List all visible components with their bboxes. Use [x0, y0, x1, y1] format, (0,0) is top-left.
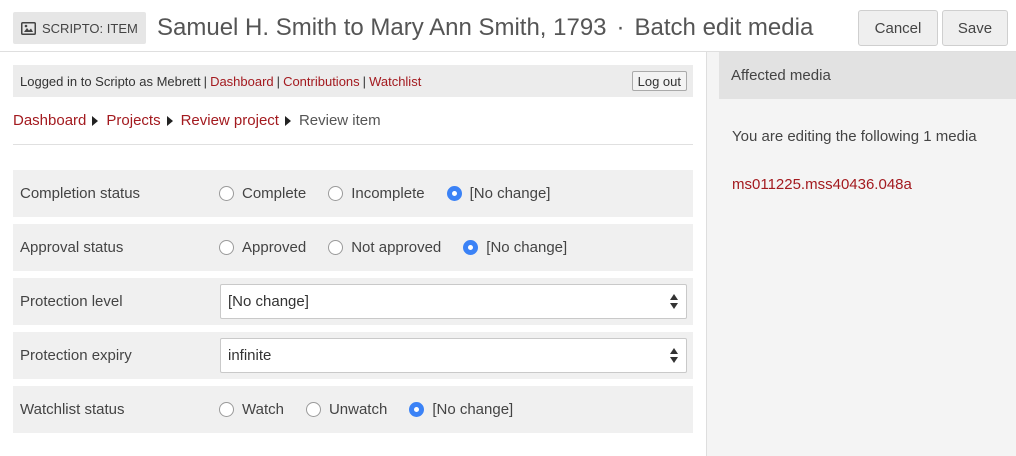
radio-label: Unwatch: [328, 401, 388, 418]
radio-button-selected[interactable]: [446, 186, 462, 201]
radio-button[interactable]: [328, 186, 344, 201]
radio-button-selected[interactable]: [463, 240, 479, 255]
badge-label: SCRIPTO: ITEM: [42, 20, 138, 36]
userbar-separator: |: [362, 73, 367, 89]
breadcrumb-arrow-icon: [166, 115, 173, 126]
completion-status-row: Completion status Complete Incomplete [N…: [13, 170, 693, 217]
approval-status-row: Approval status Approved Not approved [N…: [13, 224, 693, 271]
page-subtitle: Batch edit media: [634, 14, 814, 41]
radio-label: Approved: [242, 239, 307, 256]
select-value: infinite: [228, 347, 272, 364]
contributions-link[interactable]: Contributions: [283, 74, 360, 89]
logout-button[interactable]: Log out: [631, 71, 687, 91]
completion-option-incomplete[interactable]: Incomplete: [328, 185, 425, 202]
sidebar-heading: Affected media: [719, 52, 1016, 99]
completion-status-radio-group: Complete Incomplete [No change]: [219, 170, 572, 217]
dashboard-link[interactable]: Dashboard: [210, 74, 274, 89]
breadcrumb: Dashboard Projects Review project Review…: [13, 112, 381, 129]
radio-label: Complete: [242, 185, 307, 202]
radio-button-selected[interactable]: [409, 402, 425, 417]
item-title: Samuel H. Smith to Mary Ann Smith, 1793: [157, 14, 607, 41]
protection-level-label: Protection level: [20, 293, 123, 310]
radio-button[interactable]: [328, 240, 344, 255]
protection-expiry-label: Protection expiry: [20, 347, 132, 364]
breadcrumb-review-project[interactable]: Review project: [181, 112, 279, 129]
affected-media-sidebar: Affected media You are editing the follo…: [706, 52, 1016, 456]
protection-level-select[interactable]: [No change]: [220, 284, 687, 319]
approval-option-approved[interactable]: Approved: [219, 239, 306, 256]
completion-status-label: Completion status: [20, 185, 141, 202]
approval-option-not-approved[interactable]: Not approved: [328, 239, 441, 256]
watchlist-option-no-change[interactable]: [No change]: [409, 401, 513, 418]
watchlist-link[interactable]: Watchlist: [369, 74, 421, 89]
page-title: Samuel H. Smith to Mary Ann Smith, 1793 ·…: [157, 12, 813, 44]
completion-option-complete[interactable]: Complete: [219, 185, 306, 202]
radio-button[interactable]: [219, 402, 234, 417]
sidebar-description: You are editing the following 1 media: [732, 128, 977, 145]
radio-label: [No change]: [469, 185, 551, 202]
watchlist-status-label: Watchlist status: [20, 401, 125, 418]
image-icon: [21, 21, 36, 35]
breadcrumb-projects[interactable]: Projects: [106, 112, 160, 129]
watchlist-status-row: Watchlist status Watch Unwatch [No chang…: [13, 386, 693, 433]
radio-label: Watch: [242, 401, 284, 418]
userbar-separator: |: [203, 73, 208, 89]
radio-button[interactable]: [305, 402, 321, 417]
select-arrows-icon: [669, 294, 679, 310]
userbar-separator: |: [276, 73, 281, 89]
approval-status-radio-group: Approved Not approved [No change]: [219, 224, 589, 271]
protection-level-row: Protection level [No change]: [13, 278, 693, 325]
resource-badge: SCRIPTO: ITEM: [13, 12, 146, 44]
user-bar: Logged in to Scripto as Mebrett | Dashbo…: [13, 65, 693, 97]
breadcrumb-arrow-icon: [92, 115, 99, 126]
breadcrumb-dashboard[interactable]: Dashboard: [13, 112, 86, 129]
page-header: SCRIPTO: ITEM Samuel H. Smith to Mary An…: [0, 0, 1016, 52]
logged-in-text: Logged in to Scripto as Mebrett: [20, 73, 201, 89]
breadcrumb-arrow-icon: [284, 115, 291, 126]
radio-label: [No change]: [432, 401, 514, 418]
media-link[interactable]: ms011225.mss40436.048a: [732, 176, 912, 193]
breadcrumb-current: Review item: [298, 112, 381, 129]
radio-button[interactable]: [219, 240, 234, 255]
approval-status-label: Approval status: [20, 239, 124, 256]
radio-label: [No change]: [486, 239, 568, 256]
save-button[interactable]: Save: [942, 10, 1008, 46]
watchlist-option-unwatch[interactable]: Unwatch: [305, 401, 388, 418]
protection-expiry-row: Protection expiry infinite: [13, 332, 693, 379]
select-value: [No change]: [228, 293, 309, 310]
title-separator: ·: [616, 14, 625, 41]
protection-expiry-select[interactable]: infinite: [220, 338, 687, 373]
divider: [13, 144, 693, 145]
watchlist-option-watch[interactable]: Watch: [219, 401, 284, 418]
select-arrows-icon: [669, 348, 679, 364]
watchlist-status-radio-group: Watch Unwatch [No change]: [219, 386, 535, 433]
approval-option-no-change[interactable]: [No change]: [463, 239, 567, 256]
radio-button[interactable]: [219, 186, 234, 201]
cancel-button[interactable]: Cancel: [858, 10, 938, 46]
radio-label: Incomplete: [351, 185, 425, 202]
completion-option-no-change[interactable]: [No change]: [446, 185, 551, 202]
radio-label: Not approved: [351, 239, 442, 256]
